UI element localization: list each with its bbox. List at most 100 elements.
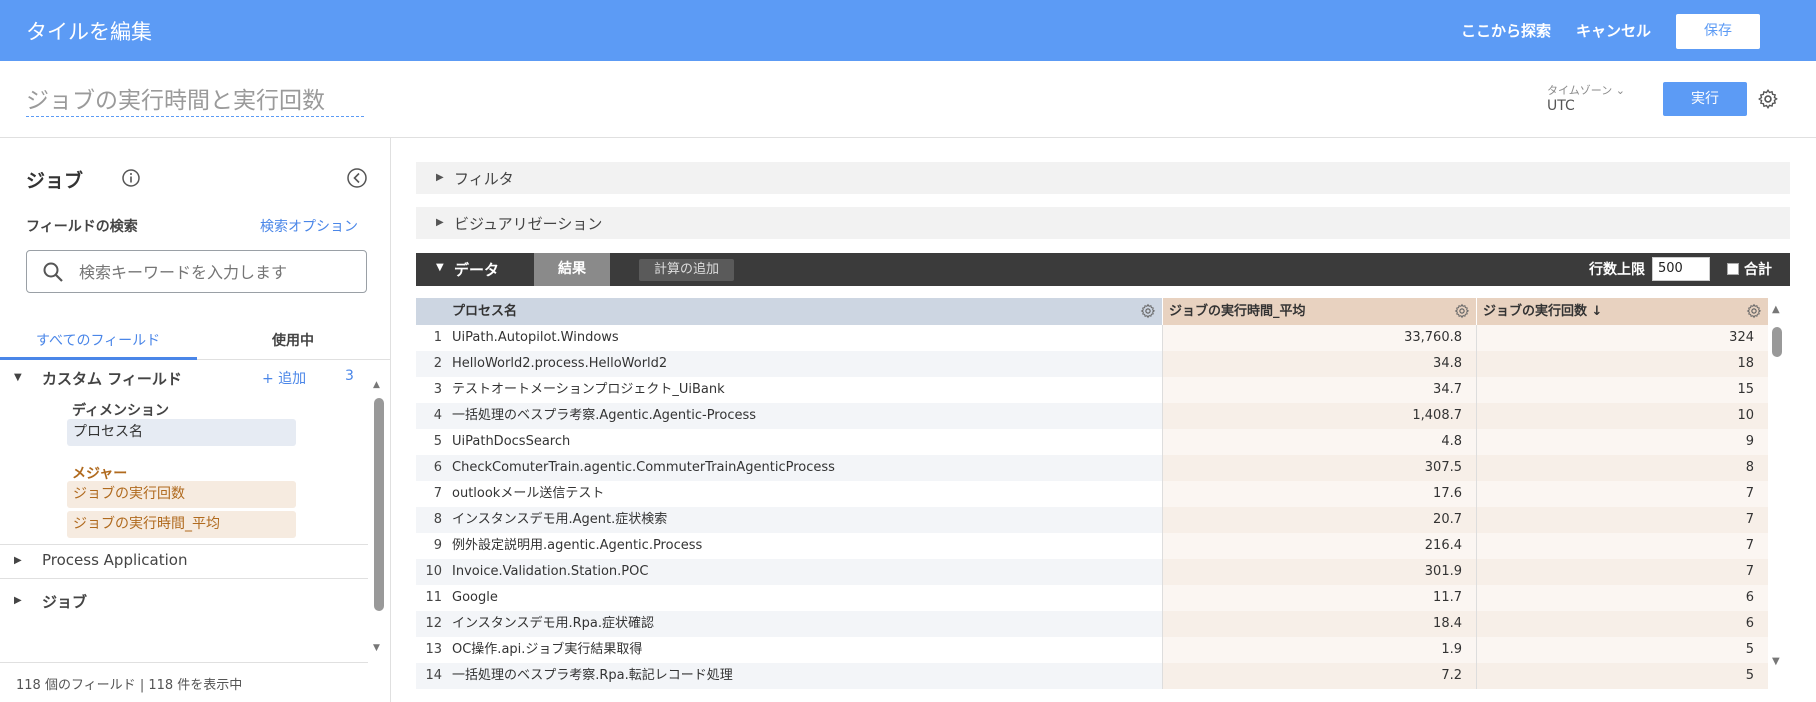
- column-header[interactable]: ジョブの実行時間_平均: [1163, 298, 1477, 325]
- cancel-button[interactable]: キャンセル: [1576, 20, 1651, 41]
- row-number: 6: [433, 460, 442, 475]
- gear-icon[interactable]: [1140, 303, 1156, 319]
- cell-run-count: 7: [1477, 533, 1768, 559]
- divider: [0, 662, 368, 663]
- table-row[interactable]: 6 CheckComuterTrain.agentic.CommuterTrain…: [416, 455, 1768, 481]
- table-row[interactable]: 8 インスタンスデモ用.Agent.症状検索 20.7 7: [416, 507, 1768, 533]
- cell-process-name: UiPath.Autopilot.Windows: [446, 325, 1163, 351]
- cell-avg-runtime: 301.9: [1163, 559, 1477, 585]
- table-row[interactable]: 9 例外設定説明用.agentic.Agentic.Process 216.4 7: [416, 533, 1768, 559]
- filter-label: フィルタ: [454, 170, 514, 188]
- cell-run-count: 10: [1477, 403, 1768, 429]
- field-job-run-count[interactable]: ジョブの実行回数: [67, 481, 296, 508]
- gear-icon[interactable]: [1757, 88, 1779, 110]
- top-bar: タイルを編集 ここから探索 キャンセル 保存: [0, 0, 1816, 61]
- column-header[interactable]: ジョブの実行回数 ↓: [1477, 298, 1768, 325]
- table-row[interactable]: 14 一括処理のベスプラ考察.Rpa.転記レコード処理 7.2 5: [416, 663, 1768, 689]
- tab-all-fields[interactable]: すべてのフィールド: [36, 330, 160, 350]
- run-button[interactable]: 実行: [1663, 82, 1747, 116]
- visualization-label: ビジュアリゼーション: [454, 215, 603, 233]
- scroll-down-arrow[interactable]: ▼: [373, 643, 380, 653]
- search-input[interactable]: [79, 259, 349, 285]
- table-row[interactable]: 2 HelloWorld2.process.HelloWorld2 34.8 18: [416, 351, 1768, 377]
- row-limit-input[interactable]: 500: [1652, 257, 1710, 281]
- cell-run-count: 5: [1477, 663, 1768, 689]
- table-row[interactable]: 7 outlookメール送信テスト 17.6 7: [416, 481, 1768, 507]
- row-number: 8: [433, 512, 442, 527]
- totals-checkbox[interactable]: [1727, 263, 1739, 275]
- timezone-selector[interactable]: タイムゾーン ⌄ UTC: [1547, 82, 1625, 114]
- row-number: 11: [425, 590, 442, 605]
- caret-right-icon[interactable]: ▶: [14, 555, 22, 566]
- collapse-panel-icon[interactable]: [346, 167, 368, 189]
- group-process-application[interactable]: Process Application: [42, 551, 187, 569]
- scroll-up-arrow[interactable]: ▲: [1772, 304, 1780, 315]
- row-number: 13: [425, 642, 442, 657]
- cell-run-count: 7: [1477, 481, 1768, 507]
- cell-process-name: HelloWorld2.process.HelloWorld2: [446, 351, 1163, 377]
- tile-title-input[interactable]: ジョブの実行時間と実行回数: [26, 81, 364, 117]
- cell-run-count: 8: [1477, 455, 1768, 481]
- cell-avg-runtime: 1,408.7: [1163, 403, 1477, 429]
- cell-avg-runtime: 216.4: [1163, 533, 1477, 559]
- save-button[interactable]: 保存: [1676, 14, 1760, 49]
- cell-process-name: 一括処理のベスプラ考察.Agentic.Agentic-Process: [446, 403, 1163, 429]
- table-row[interactable]: 11 Google 11.7 6: [416, 585, 1768, 611]
- filter-section[interactable]: ▶ フィルタ: [416, 162, 1790, 194]
- tab-in-use[interactable]: 使用中: [272, 330, 314, 350]
- data-section-bar: ▼ データ 結果 計算の追加 行数上限 500 合計: [416, 253, 1790, 286]
- row-number: 14: [425, 668, 442, 683]
- add-calculation-button[interactable]: 計算の追加: [639, 259, 734, 281]
- row-number: 5: [433, 434, 442, 449]
- scrollbar-thumb[interactable]: [374, 398, 384, 611]
- table-row[interactable]: 12 インスタンスデモ用.Rpa.症状確認 18.4 6: [416, 611, 1768, 637]
- cell-process-name: Google: [446, 585, 1163, 611]
- timezone-value: UTC: [1547, 98, 1575, 114]
- scroll-down-arrow[interactable]: ▼: [1772, 656, 1780, 667]
- explore-title: ジョブ: [26, 170, 84, 192]
- divider: [0, 578, 368, 579]
- column-header[interactable]: プロセス名: [446, 298, 1163, 325]
- cell-run-count: 15: [1477, 377, 1768, 403]
- row-number: 10: [425, 564, 442, 579]
- caret-right-icon[interactable]: ▶: [14, 595, 22, 606]
- gear-icon[interactable]: [1454, 303, 1470, 319]
- table-row[interactable]: 1 UiPath.Autopilot.Windows 33,760.8 324: [416, 325, 1768, 351]
- caret-right-icon: ▶: [436, 217, 444, 228]
- add-custom-field-button[interactable]: + 追加: [262, 368, 306, 388]
- row-limit-label: 行数上限: [1589, 262, 1645, 278]
- table-row[interactable]: 10 Invoice.Validation.Station.POC 301.9 7: [416, 559, 1768, 585]
- table-row[interactable]: 3 テストオートメーションプロジェクト_UiBank 34.7 15: [416, 377, 1768, 403]
- gear-icon[interactable]: [1746, 303, 1762, 319]
- search-icon: [43, 262, 63, 282]
- table-row[interactable]: 13 OC操作.api.ジョブ実行結果取得 1.9 5: [416, 637, 1768, 663]
- cell-avg-runtime: 34.8: [1163, 351, 1477, 377]
- scroll-up-arrow[interactable]: ▲: [373, 380, 380, 390]
- cell-process-name: CheckComuterTrain.agentic.CommuterTrainA…: [446, 455, 1163, 481]
- table-row[interactable]: 5 UiPathDocsSearch 4.8 9: [416, 429, 1768, 455]
- field-process-name[interactable]: プロセス名: [67, 419, 296, 446]
- tab-results[interactable]: 結果: [534, 253, 610, 286]
- row-number: 9: [433, 538, 442, 553]
- table-row[interactable]: 4 一括処理のベスプラ考察.Agentic.Agentic-Process 1,40…: [416, 403, 1768, 429]
- row-number: 12: [425, 616, 442, 631]
- search-options-link[interactable]: 検索オプション: [260, 216, 358, 236]
- data-label[interactable]: データ: [454, 259, 499, 280]
- field-job-run-time-avg[interactable]: ジョブの実行時間_平均: [67, 511, 296, 538]
- caret-down-icon[interactable]: ▼: [14, 372, 22, 383]
- custom-fields-header[interactable]: カスタム フィールド: [42, 368, 182, 389]
- caret-down-icon[interactable]: ▼: [436, 262, 444, 273]
- field-picker-panel: ジョブ フィールドの検索 検索オプション すべてのフィールド 使用中 ▼ カスタ…: [0, 138, 391, 702]
- cell-process-name: Invoice.Validation.Station.POC: [446, 559, 1163, 585]
- cell-process-name: インスタンスデモ用.Agent.症状検索: [446, 507, 1163, 533]
- group-jobs[interactable]: ジョブ: [42, 591, 87, 612]
- scrollbar-thumb[interactable]: [1772, 327, 1782, 357]
- visualization-section[interactable]: ▶ ビジュアリゼーション: [416, 207, 1790, 239]
- explore-from-here-button[interactable]: ここから探索: [1461, 20, 1551, 41]
- field-search-box[interactable]: [26, 250, 367, 293]
- totals-label: 合計: [1744, 262, 1772, 278]
- cell-process-name: 例外設定説明用.agentic.Agentic.Process: [446, 533, 1163, 559]
- info-icon[interactable]: [121, 168, 141, 188]
- field-count-footer: 118 個のフィールド | 118 件を表示中: [16, 678, 243, 693]
- column-header-label: プロセス名: [452, 304, 518, 319]
